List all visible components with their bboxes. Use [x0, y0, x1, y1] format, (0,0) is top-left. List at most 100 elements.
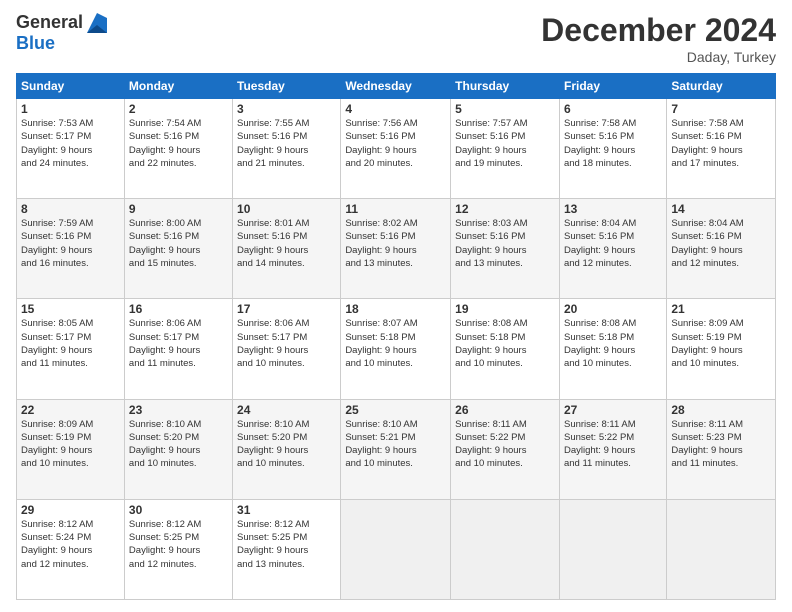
logo: General Blue: [16, 12, 107, 54]
day-number: 26: [455, 403, 555, 417]
table-row: 23Sunrise: 8:10 AMSunset: 5:20 PMDayligh…: [124, 399, 232, 499]
cell-content: Sunrise: 7:57 AMSunset: 5:16 PMDaylight:…: [455, 117, 555, 170]
day-number: 20: [564, 302, 662, 316]
day-number: 14: [671, 202, 771, 216]
table-row: 26Sunrise: 8:11 AMSunset: 5:22 PMDayligh…: [451, 399, 560, 499]
table-row: 5Sunrise: 7:57 AMSunset: 5:16 PMDaylight…: [451, 99, 560, 199]
col-monday: Monday: [124, 74, 232, 99]
cell-content: Sunrise: 7:59 AMSunset: 5:16 PMDaylight:…: [21, 217, 120, 270]
table-row: [667, 499, 776, 599]
cell-content: Sunrise: 8:01 AMSunset: 5:16 PMDaylight:…: [237, 217, 336, 270]
table-row: 2Sunrise: 7:54 AMSunset: 5:16 PMDaylight…: [124, 99, 232, 199]
cell-content: Sunrise: 7:58 AMSunset: 5:16 PMDaylight:…: [671, 117, 771, 170]
table-row: [341, 499, 451, 599]
table-row: 20Sunrise: 8:08 AMSunset: 5:18 PMDayligh…: [559, 299, 666, 399]
day-number: 21: [671, 302, 771, 316]
cell-content: Sunrise: 8:05 AMSunset: 5:17 PMDaylight:…: [21, 317, 120, 370]
day-number: 5: [455, 102, 555, 116]
cell-content: Sunrise: 8:03 AMSunset: 5:16 PMDaylight:…: [455, 217, 555, 270]
logo-text: General: [16, 12, 107, 33]
calendar-week-5: 29Sunrise: 8:12 AMSunset: 5:24 PMDayligh…: [17, 499, 776, 599]
table-row: 7Sunrise: 7:58 AMSunset: 5:16 PMDaylight…: [667, 99, 776, 199]
cell-content: Sunrise: 8:11 AMSunset: 5:23 PMDaylight:…: [671, 418, 771, 471]
table-row: 3Sunrise: 7:55 AMSunset: 5:16 PMDaylight…: [233, 99, 341, 199]
day-number: 13: [564, 202, 662, 216]
day-number: 3: [237, 102, 336, 116]
table-row: 1Sunrise: 7:53 AMSunset: 5:17 PMDaylight…: [17, 99, 125, 199]
cell-content: Sunrise: 7:54 AMSunset: 5:16 PMDaylight:…: [129, 117, 228, 170]
day-number: 19: [455, 302, 555, 316]
day-number: 9: [129, 202, 228, 216]
cell-content: Sunrise: 8:10 AMSunset: 5:21 PMDaylight:…: [345, 418, 446, 471]
table-row: 29Sunrise: 8:12 AMSunset: 5:24 PMDayligh…: [17, 499, 125, 599]
table-row: 30Sunrise: 8:12 AMSunset: 5:25 PMDayligh…: [124, 499, 232, 599]
header-row: Sunday Monday Tuesday Wednesday Thursday…: [17, 74, 776, 99]
calendar-week-2: 8Sunrise: 7:59 AMSunset: 5:16 PMDaylight…: [17, 199, 776, 299]
day-number: 18: [345, 302, 446, 316]
cell-content: Sunrise: 8:07 AMSunset: 5:18 PMDaylight:…: [345, 317, 446, 370]
calendar-week-4: 22Sunrise: 8:09 AMSunset: 5:19 PMDayligh…: [17, 399, 776, 499]
table-row: [451, 499, 560, 599]
col-saturday: Saturday: [667, 74, 776, 99]
cell-content: Sunrise: 8:12 AMSunset: 5:25 PMDaylight:…: [237, 518, 336, 571]
day-number: 25: [345, 403, 446, 417]
calendar-week-3: 15Sunrise: 8:05 AMSunset: 5:17 PMDayligh…: [17, 299, 776, 399]
header: General Blue December 2024 Daday, Turkey: [16, 12, 776, 65]
cell-content: Sunrise: 8:06 AMSunset: 5:17 PMDaylight:…: [129, 317, 228, 370]
col-thursday: Thursday: [451, 74, 560, 99]
table-row: 16Sunrise: 8:06 AMSunset: 5:17 PMDayligh…: [124, 299, 232, 399]
day-number: 24: [237, 403, 336, 417]
page: General Blue December 2024 Daday, Turkey…: [0, 0, 792, 612]
calendar-week-1: 1Sunrise: 7:53 AMSunset: 5:17 PMDaylight…: [17, 99, 776, 199]
table-row: 15Sunrise: 8:05 AMSunset: 5:17 PMDayligh…: [17, 299, 125, 399]
cell-content: Sunrise: 8:09 AMSunset: 5:19 PMDaylight:…: [671, 317, 771, 370]
cell-content: Sunrise: 8:11 AMSunset: 5:22 PMDaylight:…: [455, 418, 555, 471]
cell-content: Sunrise: 8:10 AMSunset: 5:20 PMDaylight:…: [129, 418, 228, 471]
day-number: 23: [129, 403, 228, 417]
cell-content: Sunrise: 8:08 AMSunset: 5:18 PMDaylight:…: [455, 317, 555, 370]
table-row: 6Sunrise: 7:58 AMSunset: 5:16 PMDaylight…: [559, 99, 666, 199]
table-row: 24Sunrise: 8:10 AMSunset: 5:20 PMDayligh…: [233, 399, 341, 499]
table-row: 25Sunrise: 8:10 AMSunset: 5:21 PMDayligh…: [341, 399, 451, 499]
cell-content: Sunrise: 8:11 AMSunset: 5:22 PMDaylight:…: [564, 418, 662, 471]
cell-content: Sunrise: 8:06 AMSunset: 5:17 PMDaylight:…: [237, 317, 336, 370]
table-row: 18Sunrise: 8:07 AMSunset: 5:18 PMDayligh…: [341, 299, 451, 399]
table-row: 12Sunrise: 8:03 AMSunset: 5:16 PMDayligh…: [451, 199, 560, 299]
table-row: 9Sunrise: 8:00 AMSunset: 5:16 PMDaylight…: [124, 199, 232, 299]
table-row: 19Sunrise: 8:08 AMSunset: 5:18 PMDayligh…: [451, 299, 560, 399]
day-number: 16: [129, 302, 228, 316]
day-number: 17: [237, 302, 336, 316]
day-number: 10: [237, 202, 336, 216]
day-number: 8: [21, 202, 120, 216]
table-row: [559, 499, 666, 599]
table-row: 8Sunrise: 7:59 AMSunset: 5:16 PMDaylight…: [17, 199, 125, 299]
cell-content: Sunrise: 8:04 AMSunset: 5:16 PMDaylight:…: [671, 217, 771, 270]
day-number: 11: [345, 202, 446, 216]
cell-content: Sunrise: 8:00 AMSunset: 5:16 PMDaylight:…: [129, 217, 228, 270]
cell-content: Sunrise: 8:08 AMSunset: 5:18 PMDaylight:…: [564, 317, 662, 370]
cell-content: Sunrise: 8:09 AMSunset: 5:19 PMDaylight:…: [21, 418, 120, 471]
day-number: 22: [21, 403, 120, 417]
col-sunday: Sunday: [17, 74, 125, 99]
col-wednesday: Wednesday: [341, 74, 451, 99]
calendar-table: Sunday Monday Tuesday Wednesday Thursday…: [16, 73, 776, 600]
cell-content: Sunrise: 7:58 AMSunset: 5:16 PMDaylight:…: [564, 117, 662, 170]
day-number: 4: [345, 102, 446, 116]
day-number: 15: [21, 302, 120, 316]
cell-content: Sunrise: 7:55 AMSunset: 5:16 PMDaylight:…: [237, 117, 336, 170]
day-number: 12: [455, 202, 555, 216]
cell-content: Sunrise: 8:10 AMSunset: 5:20 PMDaylight:…: [237, 418, 336, 471]
day-number: 30: [129, 503, 228, 517]
table-row: 11Sunrise: 8:02 AMSunset: 5:16 PMDayligh…: [341, 199, 451, 299]
cell-content: Sunrise: 8:02 AMSunset: 5:16 PMDaylight:…: [345, 217, 446, 270]
cell-content: Sunrise: 8:04 AMSunset: 5:16 PMDaylight:…: [564, 217, 662, 270]
day-number: 29: [21, 503, 120, 517]
table-row: 10Sunrise: 8:01 AMSunset: 5:16 PMDayligh…: [233, 199, 341, 299]
day-number: 7: [671, 102, 771, 116]
day-number: 6: [564, 102, 662, 116]
month-title: December 2024: [541, 12, 776, 49]
table-row: 28Sunrise: 8:11 AMSunset: 5:23 PMDayligh…: [667, 399, 776, 499]
table-row: 22Sunrise: 8:09 AMSunset: 5:19 PMDayligh…: [17, 399, 125, 499]
table-row: 21Sunrise: 8:09 AMSunset: 5:19 PMDayligh…: [667, 299, 776, 399]
table-row: 4Sunrise: 7:56 AMSunset: 5:16 PMDaylight…: [341, 99, 451, 199]
